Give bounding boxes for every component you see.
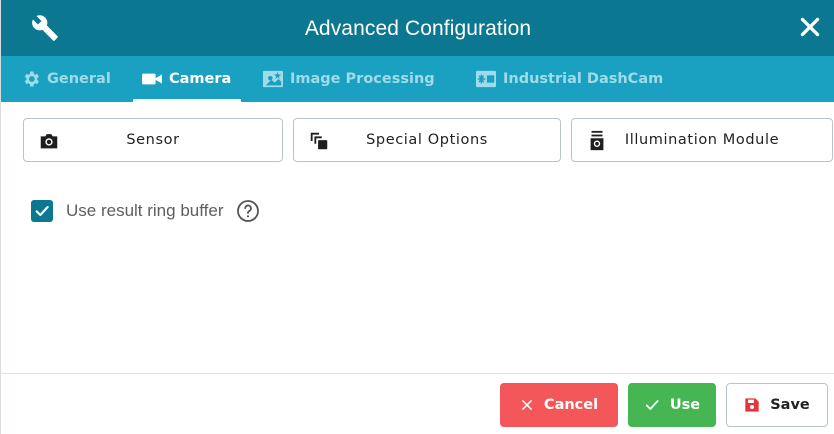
special-options-button-label: Special Options	[366, 132, 488, 148]
ring-buffer-checkbox[interactable]	[31, 200, 53, 222]
save-button-label: Save	[770, 397, 810, 413]
ring-buffer-label: Use result ring buffer	[66, 201, 224, 220]
cancel-button-label: Cancel	[543, 397, 599, 413]
save-button[interactable]: Save	[726, 383, 828, 427]
close-icon	[522, 400, 532, 410]
checkmark-icon	[35, 205, 49, 217]
illumination-module-button-label: Illumination Module	[624, 132, 780, 148]
tab-image-processing[interactable]: Image Processing	[262, 56, 435, 102]
help-icon[interactable]	[236, 199, 260, 223]
gear-icon	[24, 71, 39, 87]
cancel-button[interactable]: Cancel	[500, 383, 618, 427]
use-button[interactable]: Use	[628, 383, 716, 427]
tab-general[interactable]: General	[21, 56, 111, 102]
tab-general-label: General	[47, 71, 111, 87]
sensor-button-label: Sensor	[126, 132, 180, 148]
checkmark-icon	[645, 400, 659, 410]
footer-divider	[1, 373, 834, 374]
tab-industrial-dashcam-label: Industrial DashCam	[503, 71, 664, 87]
tab-image-processing-label: Image Processing	[290, 71, 435, 87]
use-button-label: Use	[669, 397, 701, 413]
image-processing-icon	[263, 70, 283, 88]
dashcam-icon	[476, 70, 496, 88]
tab-camera[interactable]: Camera	[133, 56, 242, 102]
illumination-module-button[interactable]: Illumination Module	[571, 118, 833, 162]
title-bar: Advanced Configuration	[1, 0, 834, 56]
tab-industrial-dashcam[interactable]: Industrial DashCam	[475, 56, 663, 102]
ring-buffer-setting: Use result ring buffer	[31, 198, 260, 224]
video-camera-icon	[142, 73, 162, 85]
sensor-button[interactable]: Sensor	[23, 118, 283, 162]
special-options-button[interactable]: Special Options	[293, 118, 561, 162]
save-icon	[745, 398, 759, 412]
close-icon[interactable]	[797, 14, 823, 40]
tab-camera-label: Camera	[169, 71, 232, 87]
active-tab-indicator	[133, 99, 242, 102]
tab-bar: General Camera Image Processing Industri…	[1, 56, 834, 102]
advanced-configuration-dialog: Advanced Configuration General Camera Im…	[0, 0, 834, 434]
window-title: Advanced Configuration	[304, 17, 532, 40]
